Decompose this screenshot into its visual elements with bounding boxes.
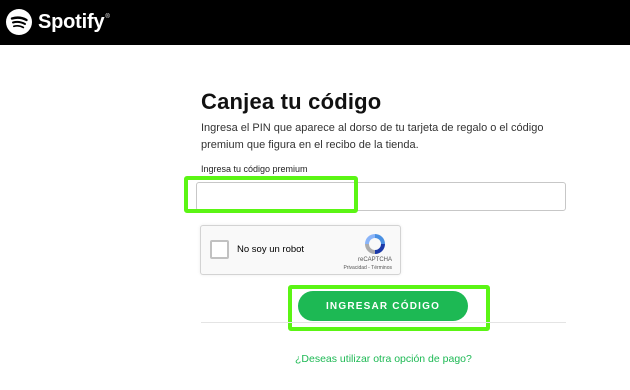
page-description: Ingresa el PIN que aparece al dorso de t… xyxy=(201,122,544,151)
spotify-logo-icon xyxy=(6,9,32,35)
recaptcha-checkbox[interactable] xyxy=(210,240,229,259)
code-field-label: Ingresa tu código premium xyxy=(201,164,308,174)
divider xyxy=(201,322,566,323)
recaptcha-links: Privacidad - Términos xyxy=(343,265,392,271)
recaptcha-checkbox-label: No soy un robot xyxy=(237,244,305,255)
spotify-logo-link[interactable]: Spotify ® xyxy=(6,8,110,36)
recaptcha-logo-icon xyxy=(365,234,385,254)
recaptcha-terms-link[interactable]: Términos xyxy=(371,265,392,271)
top-bar: Spotify ® xyxy=(0,0,630,45)
trademark-mark: ® xyxy=(105,14,110,20)
submit-code-button[interactable]: INGRESAR CÓDIGO xyxy=(298,291,468,321)
recaptcha-widget: No soy un robot reCAPTCHA Privacidad - T… xyxy=(200,225,401,275)
alternate-payment-link[interactable]: ¿Deseas utilizar otra opción de pago? xyxy=(295,353,472,365)
premium-code-input[interactable] xyxy=(196,182,566,211)
page-title: Canjea tu código xyxy=(201,89,382,114)
recaptcha-brand: reCAPTCHA xyxy=(357,257,392,263)
recaptcha-privacy-link[interactable]: Privacidad xyxy=(343,265,366,271)
brand-name: Spotify xyxy=(38,10,105,33)
